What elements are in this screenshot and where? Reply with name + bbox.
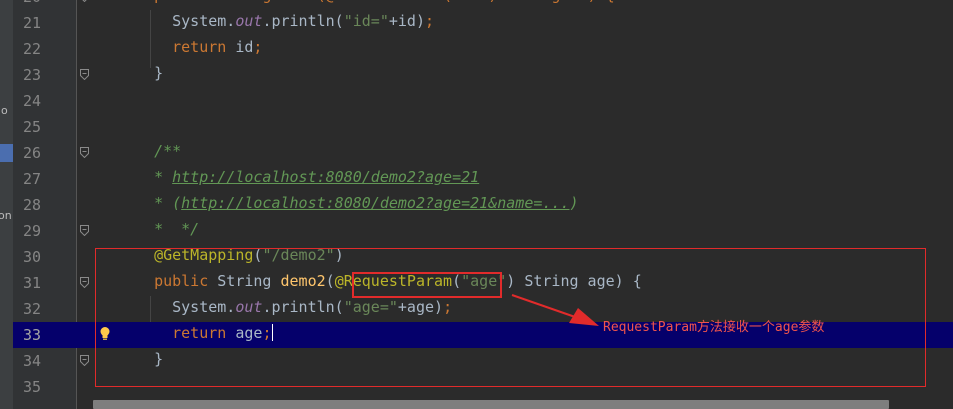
horizontal-scrollbar[interactable] xyxy=(93,400,889,409)
annotation-label: RequestParam方法接收一个age参数 xyxy=(603,320,825,335)
annotation-arrow xyxy=(511,294,599,326)
annotation-arrow-head xyxy=(569,308,599,326)
annotation-arrow-shaft xyxy=(511,294,579,319)
